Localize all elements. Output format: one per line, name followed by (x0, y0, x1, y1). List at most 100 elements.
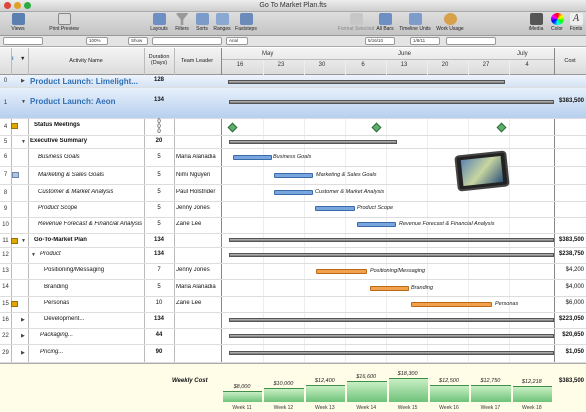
summary-bar[interactable] (229, 140, 397, 144)
duration[interactable]: 5 (144, 221, 174, 227)
column-header-duration[interactable]: Duration (Days) (144, 54, 174, 66)
style-controls[interactable] (3, 37, 43, 45)
task-bar[interactable] (316, 269, 367, 274)
activity-name[interactable]: Product Launch: Limelight... (30, 77, 142, 86)
task-bar[interactable] (233, 155, 272, 160)
task-bar[interactable] (357, 222, 396, 227)
milestone-marker[interactable] (496, 122, 507, 133)
team-leader[interactable]: Jenny Jones (176, 205, 220, 211)
table-row[interactable]: 10 Revenue Forecast & Financial Analysis… (0, 218, 586, 234)
table-row[interactable]: 12 ▼ Product 134 $238,750 (0, 248, 586, 264)
activity-name[interactable]: Go-To-Market Plan (34, 237, 87, 243)
team-leader[interactable]: Zane Lee (176, 300, 220, 306)
summary-bar[interactable] (229, 253, 554, 257)
task-bar[interactable] (315, 206, 355, 211)
activity-name[interactable]: Marketing & Sales Goals (38, 172, 104, 178)
activity-name[interactable]: Product Launch: Aeon (30, 97, 142, 106)
column-header-activity[interactable]: Activity Name (30, 58, 142, 64)
duration[interactable]: 90 (144, 349, 174, 355)
duration[interactable]: 134 (144, 237, 174, 243)
sorts-button[interactable]: Sorts (193, 13, 211, 32)
duration[interactable]: 5 (144, 154, 174, 160)
zoom-select[interactable]: 100% (86, 37, 108, 45)
expand-triangle-icon[interactable]: ▼ (31, 252, 36, 258)
end-date-field[interactable]: 1/8/11 (410, 37, 440, 45)
activity-name[interactable]: Product Scope (38, 205, 77, 211)
date-slider[interactable] (446, 37, 496, 45)
task-bar[interactable] (411, 302, 492, 307)
duration[interactable]: 0 (144, 129, 174, 135)
info-icon[interactable]: i (12, 56, 14, 62)
table-row[interactable]: 8 Customer & Market Analysis 5 Paul Hols… (0, 185, 586, 202)
activity-name[interactable]: Status Meetings (34, 122, 80, 128)
summary-bar[interactable] (229, 334, 554, 338)
start-date-field[interactable]: 5/16/10 (365, 37, 395, 45)
activity-name[interactable]: Business Goals (38, 154, 80, 160)
show-select[interactable]: Show (128, 37, 148, 45)
activity-name[interactable]: Customer & Market Analysis (38, 189, 113, 195)
activity-name[interactable]: Development... (44, 316, 84, 322)
duration[interactable]: 5 (144, 189, 174, 195)
ranges-button[interactable]: Ranges (212, 13, 232, 32)
table-row[interactable]: 1 ▼ Product Launch: Aeon 134 $383,500 (0, 88, 586, 119)
activity-name[interactable]: Product (40, 251, 61, 257)
team-leader[interactable]: Jenny Jones (176, 267, 220, 273)
print-preview-button[interactable]: Print Preview (44, 13, 84, 32)
note-icon[interactable] (12, 172, 19, 178)
table-row[interactable]: 14 Branding 5 Maria Alanadia Branding $4… (0, 280, 586, 297)
layouts-button[interactable]: Layouts (148, 13, 170, 32)
format-selected-button[interactable]: Format Selected (336, 13, 376, 32)
table-row[interactable]: 5 ▼ Executive Summary 20 (0, 136, 586, 149)
table-row[interactable]: 11 ▼ Go-To-Market Plan 134 $383,500 (0, 234, 586, 248)
zoom-slider[interactable] (152, 37, 222, 45)
activity-name[interactable]: Positioning/Messaging (44, 267, 104, 273)
filters-button[interactable]: Filters (172, 13, 192, 32)
imedia-button[interactable]: iMedia (526, 13, 546, 32)
all-bars-button[interactable]: All Bars (374, 13, 396, 32)
collapse-triangle-icon[interactable]: ▶ (21, 333, 25, 339)
faststeps-button[interactable]: Faststeps (233, 13, 259, 32)
duration[interactable]: 5 (144, 172, 174, 178)
activity-name[interactable]: Pricing... (40, 349, 63, 355)
duration[interactable]: 5 (144, 205, 174, 211)
activity-name[interactable]: Executive Summary (30, 138, 87, 144)
duration[interactable]: 5 (144, 284, 174, 290)
duration[interactable]: 10 (144, 300, 174, 306)
expand-triangle-icon[interactable]: ▼ (21, 139, 26, 145)
duration[interactable]: 134 (144, 97, 174, 103)
expand-triangle-icon[interactable]: ▼ (21, 99, 26, 105)
table-row[interactable]: 22 ▶ Packaging... 44 $20,650 (0, 329, 586, 345)
table-row[interactable]: 9 Product Scope 5 Jenny Jones Product Sc… (0, 202, 586, 218)
table-row[interactable]: 29 ▶ Pricing... 90 $1,050 (0, 345, 586, 363)
summary-bar[interactable] (228, 80, 505, 84)
duration[interactable]: 7 (144, 267, 174, 273)
table-row[interactable]: 16 ▶ Development... 134 $223,050 (0, 313, 586, 329)
work-usage-button[interactable]: Work Usage (434, 13, 466, 32)
duration[interactable]: 128 (144, 77, 174, 83)
task-bar[interactable] (370, 286, 409, 291)
column-header-leader[interactable]: Team Leader (174, 58, 220, 64)
attachment-icon[interactable]: ▼ (20, 56, 25, 62)
collapse-triangle-icon[interactable]: ▶ (21, 350, 25, 356)
views-button[interactable]: Views (5, 13, 31, 32)
color-button[interactable]: Color (548, 13, 566, 32)
table-row[interactable]: 13 Positioning/Messaging 7 Jenny Jones P… (0, 264, 586, 280)
activity-name[interactable]: Personas (44, 300, 69, 306)
summary-bar[interactable] (229, 318, 554, 322)
team-leader[interactable]: Zane Lee (176, 221, 220, 227)
task-bar[interactable] (274, 190, 313, 195)
table-row[interactable]: 15 Personas 10 Zane Lee Personas $6,000 (0, 297, 586, 313)
task-bar[interactable] (274, 173, 313, 178)
team-leader[interactable]: Paul Holstrider (176, 189, 220, 195)
timeline-units-button[interactable]: Timeline Units (397, 13, 433, 32)
milestone-marker[interactable] (371, 122, 382, 133)
duration[interactable]: 134 (144, 251, 174, 257)
collapse-triangle-icon[interactable]: ▶ (21, 78, 25, 84)
activity-name[interactable]: Revenue Forecast & Financial Analysis (38, 221, 144, 227)
team-leader[interactable]: Maria Alanadia (176, 154, 220, 160)
expand-triangle-icon[interactable]: ▼ (21, 238, 26, 244)
duration[interactable]: 20 (144, 138, 174, 144)
milestone-marker[interactable] (227, 122, 238, 133)
fonts-button[interactable]: A Fonts (567, 13, 585, 32)
activity-name[interactable]: Packaging... (40, 332, 73, 338)
